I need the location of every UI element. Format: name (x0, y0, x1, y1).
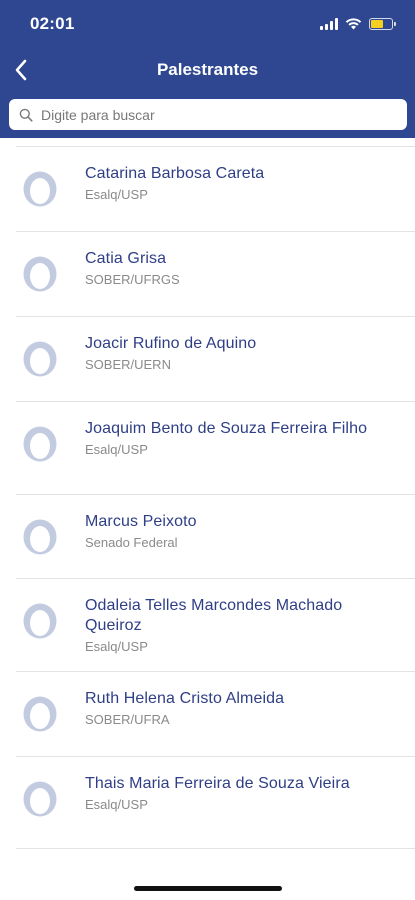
speaker-name: Joacir Rufino de Aquino (85, 335, 257, 352)
list-item[interactable]: Catia Grisa SOBER/UFRGS (16, 231, 415, 316)
avatar-placeholder-icon (23, 171, 57, 207)
list-item[interactable]: Catarina Barbosa Careta Esalq/USP (16, 146, 415, 231)
app-header: 02:01 Palestrantes (0, 0, 415, 138)
list-item[interactable]: Odaleia Telles Marcondes Machado Queiroz… (16, 578, 415, 671)
speaker-name: Marcus Peixoto (85, 513, 197, 530)
search-input[interactable] (41, 106, 407, 123)
battery-charging-icon (369, 18, 396, 30)
speaker-affiliation: Esalq/USP (85, 639, 148, 654)
status-bar: 02:01 (0, 0, 415, 48)
speaker-list: Catarina Barbosa Careta Esalq/USP Catia … (0, 138, 415, 850)
avatar-placeholder-icon (23, 696, 57, 732)
search-bar[interactable] (9, 99, 407, 130)
speaker-name: Catarina Barbosa Careta (85, 165, 265, 182)
list-item[interactable]: Joacir Rufino de Aquino SOBER/UERN (16, 316, 415, 401)
home-indicator[interactable] (134, 886, 282, 891)
avatar-placeholder-icon (23, 603, 57, 639)
speaker-affiliation: Senado Federal (85, 535, 178, 550)
wifi-icon (345, 18, 362, 30)
speaker-affiliation: SOBER/UFRGS (85, 272, 180, 287)
speaker-name: Ruth Helena Cristo Almeida (85, 690, 285, 707)
avatar-placeholder-icon (23, 519, 57, 555)
speaker-name: Joaquim Bento de Souza Ferreira Filho (85, 420, 368, 437)
speaker-affiliation: Esalq/USP (85, 797, 148, 812)
avatar-placeholder-icon (23, 781, 57, 817)
speaker-name: Catia Grisa (85, 250, 167, 267)
speaker-affiliation: SOBER/UFRA (85, 712, 170, 727)
list-item[interactable]: Marcus Peixoto Senado Federal (16, 494, 415, 578)
status-time: 02:01 (30, 14, 75, 33)
avatar-placeholder-icon (23, 426, 57, 462)
search-icon (19, 108, 33, 122)
list-item[interactable]: Ruth Helena Cristo Almeida SOBER/UFRA (16, 671, 415, 756)
speaker-affiliation: SOBER/UERN (85, 357, 171, 372)
page-title: Palestrantes (156, 60, 259, 79)
avatar-placeholder-icon (23, 256, 57, 292)
avatar-placeholder-icon (23, 341, 57, 377)
list-item[interactable]: Joaquim Bento de Souza Ferreira Filho Es… (16, 401, 415, 494)
speaker-affiliation: Esalq/USP (85, 187, 148, 202)
nav-bar: Palestrantes (0, 48, 415, 94)
speaker-affiliation: Esalq/USP (85, 442, 148, 457)
signal-icon (320, 18, 338, 30)
speaker-name: Odaleia Telles Marcondes Machado Queiroz (85, 597, 343, 634)
speaker-name: Thais Maria Ferreira de Souza Vieira (85, 775, 350, 792)
status-icons (320, 16, 396, 32)
list-item[interactable]: Thais Maria Ferreira de Souza Vieira Esa… (16, 756, 415, 849)
